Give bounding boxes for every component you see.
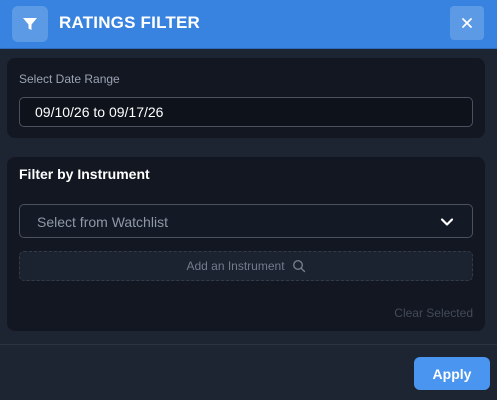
search-icon xyxy=(292,259,306,273)
filter-icon xyxy=(12,6,48,42)
dialog-header: RATINGS FILTER xyxy=(0,0,497,49)
instrument-section-title: Filter by Instrument xyxy=(19,166,150,182)
chevron-down-icon xyxy=(440,218,454,226)
close-icon xyxy=(462,18,472,28)
watchlist-select-placeholder: Select from Watchlist xyxy=(37,214,168,230)
close-button[interactable] xyxy=(450,6,484,40)
instrument-filter-card: Filter by Instrument Select from Watchli… xyxy=(7,157,485,331)
dialog-title: RATINGS FILTER xyxy=(59,13,200,32)
add-instrument-label: Add an Instrument xyxy=(186,259,285,273)
date-range-input[interactable] xyxy=(19,97,473,127)
footer-divider xyxy=(0,344,497,345)
watchlist-select[interactable]: Select from Watchlist xyxy=(19,204,473,238)
clear-selected-link[interactable]: Clear Selected xyxy=(394,306,473,320)
add-instrument-button[interactable]: Add an Instrument xyxy=(19,251,473,281)
apply-button[interactable]: Apply xyxy=(414,357,490,390)
date-range-card: Select Date Range xyxy=(7,58,485,138)
ratings-filter-dialog: RATINGS FILTER Select Date Range Filter … xyxy=(0,0,497,400)
date-range-label: Select Date Range xyxy=(19,72,120,86)
